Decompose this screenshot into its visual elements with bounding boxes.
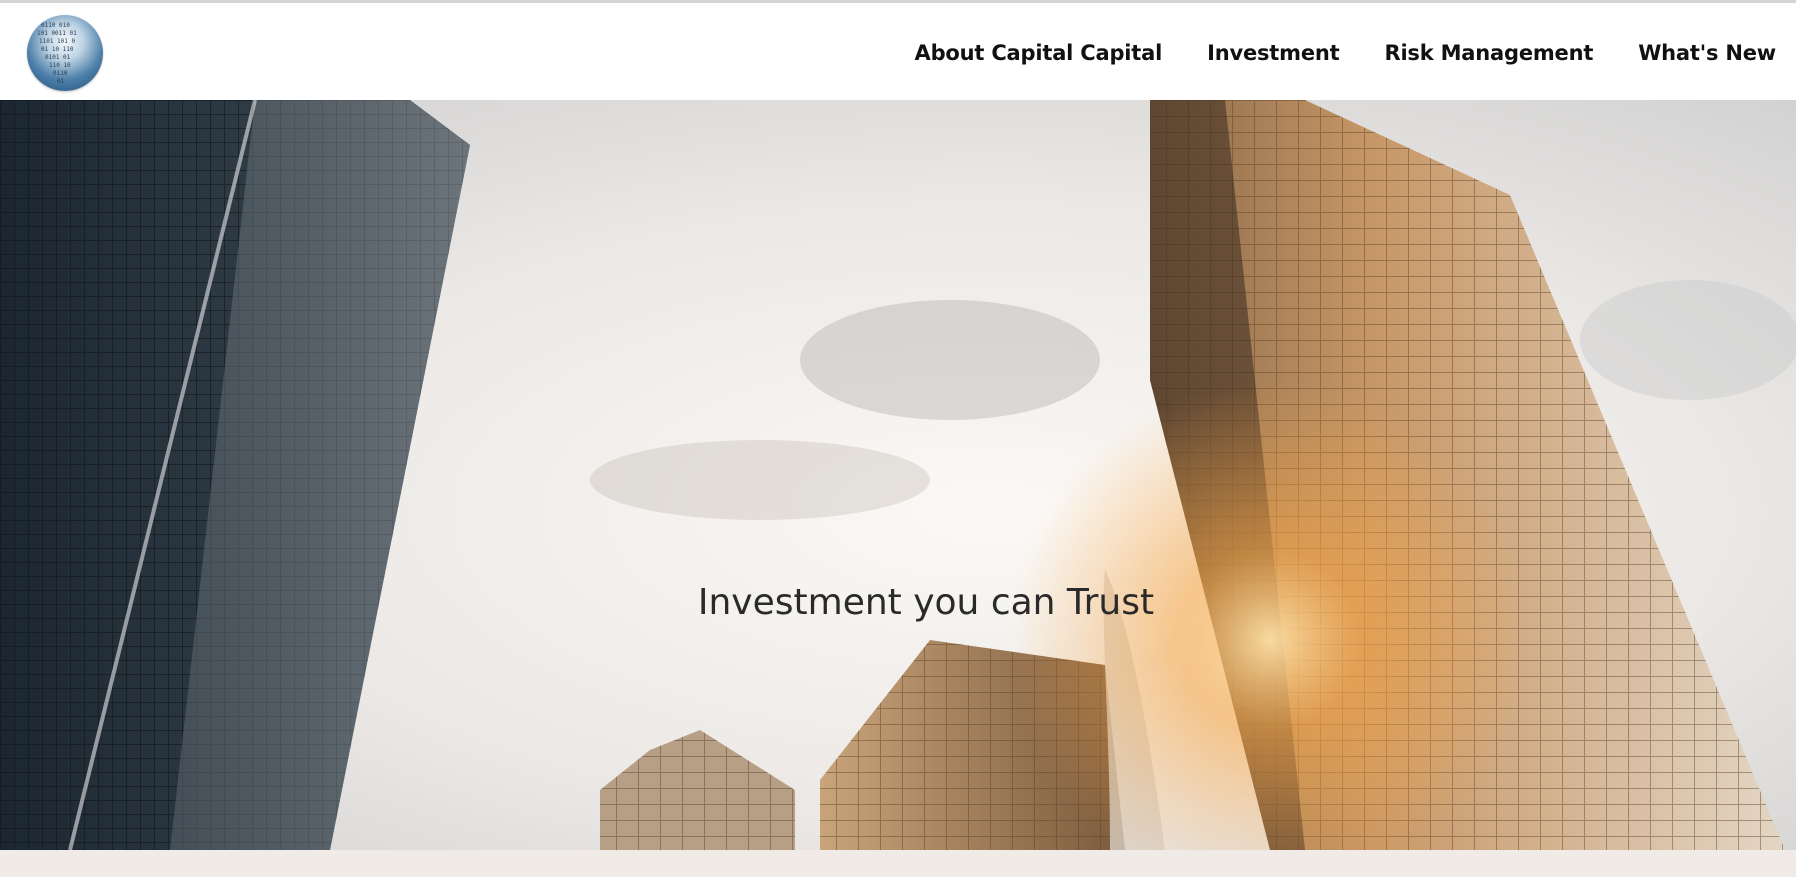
svg-text:01: 01 [57, 78, 65, 85]
svg-text:01 10 110: 01 10 110 [41, 46, 74, 53]
nav-whats-new[interactable]: What's New [1638, 41, 1776, 65]
main-nav: About Capital Capital Investment Risk Ma… [870, 3, 1777, 103]
binary-globe-logo-icon[interactable]: 0110 010 101 0011 01 1101 101 0 01 10 11… [27, 15, 103, 91]
hero-banner: Investment you can Trust [0, 100, 1796, 850]
svg-text:0101 01: 0101 01 [45, 54, 71, 61]
skyscrapers-photo [0, 100, 1796, 850]
svg-text:101 0011 01: 101 0011 01 [37, 30, 77, 37]
hero-tagline: Investment you can Trust [697, 582, 1155, 623]
nav-investment[interactable]: Investment [1207, 41, 1340, 65]
svg-text:0110: 0110 [53, 70, 68, 77]
site-header: 0110 010 101 0011 01 1101 101 0 01 10 11… [0, 3, 1796, 100]
nav-risk-management[interactable]: Risk Management [1384, 41, 1593, 65]
svg-text:110 10: 110 10 [49, 62, 71, 69]
nav-about[interactable]: About Capital Capital [915, 41, 1163, 65]
svg-text:1101 101 0: 1101 101 0 [39, 38, 76, 45]
svg-text:0110 010: 0110 010 [41, 22, 70, 29]
bottom-strip [0, 850, 1796, 877]
